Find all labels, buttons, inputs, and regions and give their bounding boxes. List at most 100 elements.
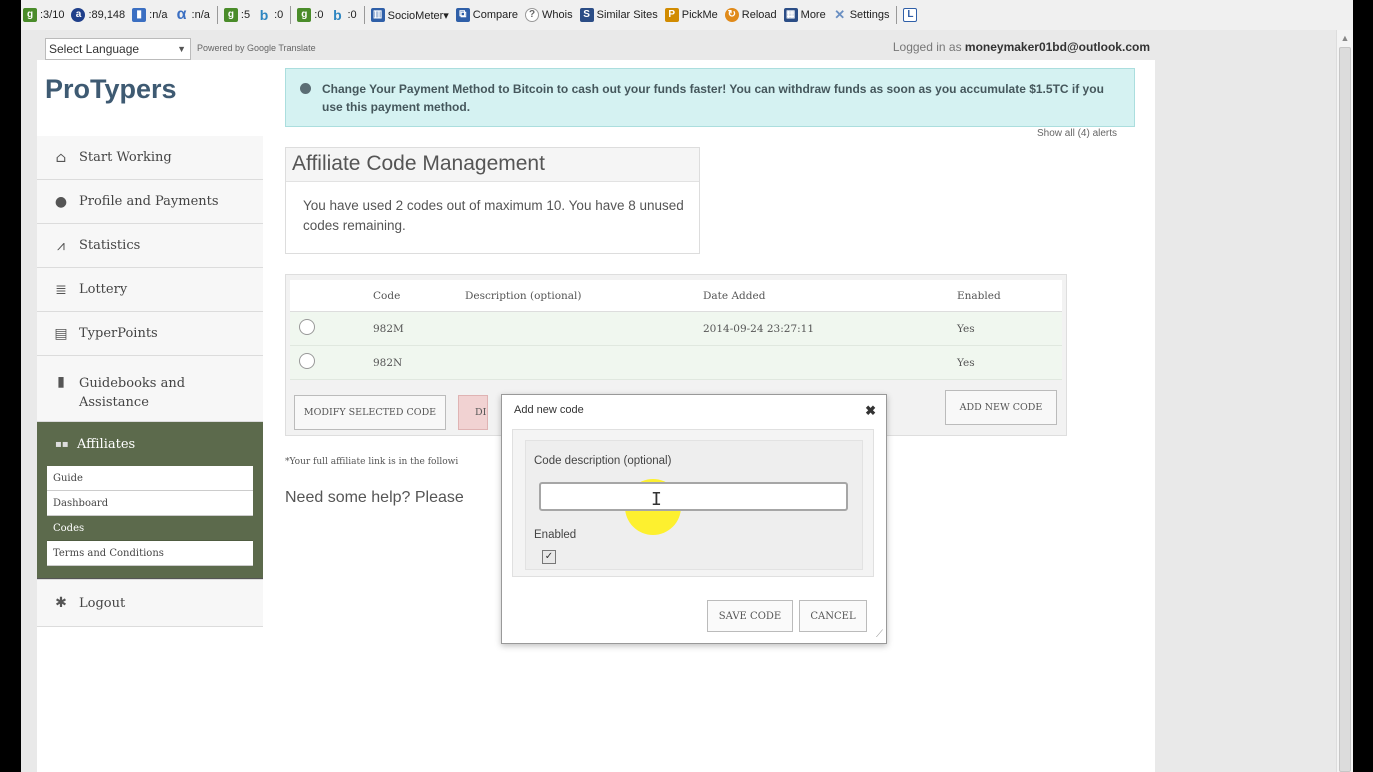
scroll-up-icon[interactable]: ▲ bbox=[1337, 30, 1353, 46]
enabled-checkbox[interactable]: ✓ bbox=[542, 550, 556, 564]
sidebar-item-statistics[interactable]: ⩘ Statistics bbox=[37, 224, 263, 268]
alert-text: Change Your Payment Method to Bitcoin to… bbox=[322, 82, 1104, 114]
reload-button[interactable]: ↻ Reload bbox=[724, 8, 777, 22]
page-title: Affiliate Code Management bbox=[286, 148, 699, 182]
save-code-button[interactable]: SAVE CODE bbox=[707, 600, 793, 632]
description-cell bbox=[464, 345, 702, 380]
chart-icon: ⩘ bbox=[57, 237, 65, 254]
help-text: Need some help? Please bbox=[285, 489, 464, 506]
bing-index-icon: b bbox=[259, 7, 269, 23]
bing-index-value: :0 bbox=[274, 9, 284, 21]
alert-banner: Change Your Payment Method to Bitcoin to… bbox=[285, 68, 1135, 127]
google-rank-item[interactable]: g:3/10 bbox=[23, 8, 64, 22]
sidebar-item-guidebooks[interactable]: ▮ Guidebooks and Assistance bbox=[37, 356, 263, 422]
pickme-icon: P bbox=[664, 8, 679, 22]
delete-code-button[interactable]: DI bbox=[458, 395, 488, 430]
powered-by-google-translate[interactable]: Powered by Google Translate bbox=[197, 43, 316, 53]
sidebar-item-label: Guidebooks and Assistance bbox=[79, 376, 186, 410]
logged-in-prefix: Logged in as bbox=[892, 40, 965, 54]
show-all-alerts-link[interactable]: Show all (4) alerts bbox=[1037, 128, 1117, 139]
majestic-item[interactable]: ▮:n/a bbox=[132, 8, 168, 22]
sociometer-button[interactable]: ▥ SocioMeter▾ bbox=[370, 8, 449, 22]
reload-icon: ↻ bbox=[724, 8, 739, 22]
enabled-cell: Yes bbox=[956, 311, 1062, 346]
sidebar-item-label: Lottery bbox=[79, 282, 128, 297]
logged-in-status: Logged in as moneymaker01bd@outlook.com bbox=[893, 40, 1150, 54]
bing-links-item[interactable]: b:0 bbox=[330, 8, 356, 22]
toolbar-separator bbox=[363, 6, 365, 24]
column-header bbox=[290, 280, 372, 312]
sidebar-subitem-guide[interactable]: Guide bbox=[47, 466, 253, 491]
sidebar-item-typerpoints[interactable]: ▤ TyperPoints bbox=[37, 312, 263, 356]
site-logo[interactable]: ProTypers bbox=[45, 74, 177, 105]
sidebar-item-profile[interactable]: ● Profile and Payments bbox=[37, 180, 263, 224]
add-new-code-button[interactable]: ADD NEW CODE bbox=[945, 390, 1057, 425]
similar-sites-button[interactable]: S Similar Sites bbox=[579, 8, 658, 22]
date-cell bbox=[702, 345, 956, 380]
sidebar-item-start-working[interactable]: ⌂ Start Working bbox=[37, 136, 263, 180]
affiliates-icon: ▪▪ bbox=[55, 438, 69, 450]
sidebar: ⌂ Start Working ● Profile and Payments ⩘ St… bbox=[37, 136, 263, 627]
add-code-dialog: Add new code ✖ Code description (optiona… bbox=[501, 394, 887, 644]
pickme-label: PickMe bbox=[681, 9, 718, 21]
code-description-input[interactable] bbox=[539, 482, 848, 511]
bing-index-item[interactable]: b :0 bbox=[257, 8, 283, 22]
table-row[interactable]: 982N Yes bbox=[290, 345, 1062, 380]
alpha-icon: α bbox=[176, 6, 187, 23]
alpha-item[interactable]: α:n/a bbox=[175, 6, 210, 23]
sidebar-item-label: Logout bbox=[79, 595, 126, 611]
home-icon: ⌂ bbox=[55, 149, 67, 166]
close-icon[interactable]: ✖ bbox=[865, 403, 876, 419]
dialog-body: Code description (optional) I Enabled ✓ bbox=[512, 429, 874, 577]
sidebar-subitem-terms[interactable]: Terms and Conditions bbox=[47, 541, 253, 566]
toolbar-menu-button[interactable]: L bbox=[903, 8, 920, 22]
chevron-down-icon: ▼ bbox=[177, 44, 186, 54]
toolbar-menu-icon: L bbox=[903, 8, 918, 22]
majestic-value: :n/a bbox=[149, 9, 168, 21]
google-index-item[interactable]: g:5 bbox=[223, 8, 251, 22]
language-select-value: Select Language bbox=[49, 42, 140, 56]
pickme-button[interactable]: P PickMe bbox=[664, 8, 718, 22]
resize-grip-icon[interactable]: ⟋ bbox=[876, 629, 883, 640]
alert-icon bbox=[300, 83, 311, 94]
google-links-item[interactable]: g:0 bbox=[297, 8, 323, 22]
row-select-radio[interactable] bbox=[299, 353, 315, 369]
language-bar: Select Language ▼ Powered by Google Trans… bbox=[45, 38, 1155, 60]
google-rank-icon: g bbox=[23, 8, 37, 22]
vertical-scrollbar[interactable]: ▲ bbox=[1336, 30, 1353, 772]
sociometer-icon: ▥ bbox=[370, 8, 385, 22]
sidebar-item-lottery[interactable]: ≣ Lottery bbox=[37, 268, 263, 312]
table-row[interactable]: 982M 2014-09-24 23:27:11 Yes bbox=[290, 311, 1062, 346]
code-cell: 982M bbox=[372, 311, 464, 346]
settings-button[interactable]: ✕ Settings bbox=[833, 8, 889, 22]
language-select[interactable]: Select Language ▼ bbox=[45, 38, 191, 60]
sidebar-subitem-dashboard[interactable]: Dashboard bbox=[47, 491, 253, 516]
more-button[interactable]: ▦ More bbox=[783, 8, 826, 22]
modify-selected-code-button[interactable]: MODIFY SELECTED CODE bbox=[294, 395, 446, 430]
similar-sites-label: Similar Sites bbox=[596, 9, 658, 21]
google-index-value: :5 bbox=[240, 9, 251, 21]
sidebar-subitem-codes[interactable]: Codes bbox=[47, 516, 253, 541]
affiliate-usage-text: You have used 2 codes out of maximum 10.… bbox=[303, 198, 684, 233]
browser-window: g:3/10 a:89,148 ▮:n/a α:n/a g:5 b:0 g:0 … bbox=[21, 0, 1353, 772]
majestic-icon: ▮ bbox=[132, 8, 147, 22]
code-description-label: Code description (optional) bbox=[534, 455, 672, 467]
sidebar-item-logout[interactable]: ✱ Logout bbox=[37, 579, 263, 627]
sidebar-item-affiliates[interactable]: ▪▪ Affiliates bbox=[47, 422, 253, 466]
compare-label: Compare bbox=[472, 9, 519, 21]
user-icon: ● bbox=[54, 193, 68, 210]
alexa-rank-item[interactable]: a:89,148 bbox=[71, 8, 125, 22]
compare-button[interactable]: ⧉ Compare bbox=[455, 8, 519, 22]
sidebar-item-label: Statistics bbox=[79, 238, 141, 253]
whois-button[interactable]: ? Whois bbox=[525, 8, 573, 22]
toolbar-separator bbox=[896, 6, 898, 24]
cancel-button[interactable]: CANCEL bbox=[799, 600, 867, 632]
sidebar-item-label: Start Working bbox=[79, 150, 172, 165]
dialog-title: Add new code bbox=[514, 404, 584, 416]
book-icon: ▮ bbox=[57, 374, 65, 390]
toolbar-separator bbox=[216, 6, 218, 24]
row-select-radio[interactable] bbox=[299, 319, 315, 335]
scrollbar-thumb[interactable] bbox=[1339, 47, 1351, 772]
affiliate-link-note: *Your full affiliate link is in the foll… bbox=[285, 457, 459, 467]
bing-links-icon: b bbox=[333, 7, 342, 23]
